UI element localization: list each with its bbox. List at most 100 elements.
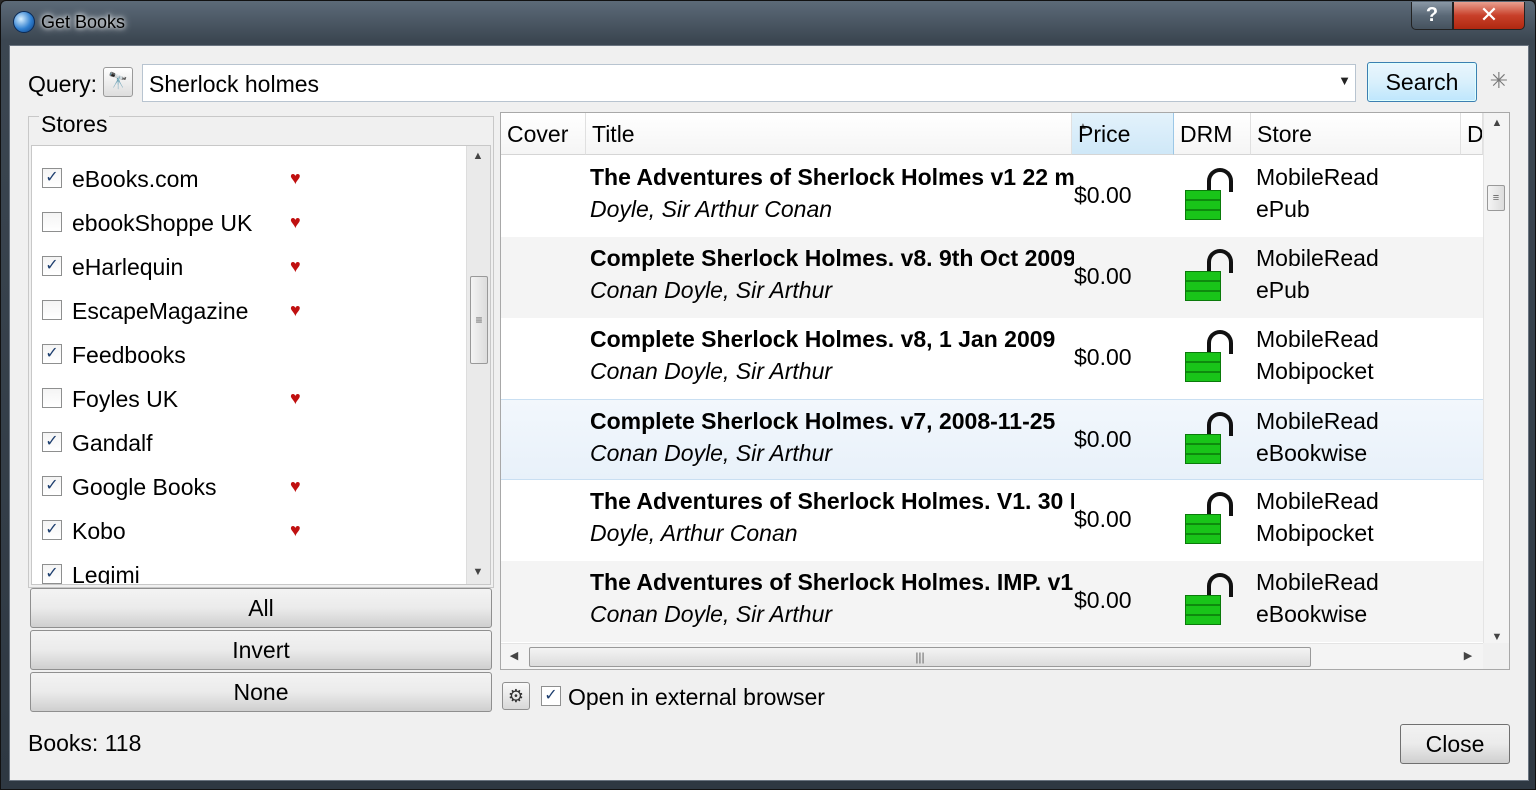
query-label: Query: xyxy=(28,71,98,97)
stores-list[interactable]: ✓ eBooks.com ♥ ebookShoppe UK ♥ ✓ eHarle… xyxy=(31,145,491,585)
book-store: MobileRead xyxy=(1256,164,1379,190)
book-author: Conan Doyle, Sir Arthur xyxy=(590,440,833,466)
book-price: $0.00 xyxy=(1074,506,1132,532)
book-author: Doyle, Arthur Conan xyxy=(590,520,798,546)
store-item[interactable]: ✓ Kobo ♥ xyxy=(32,510,468,554)
heart-icon: ♥ xyxy=(290,256,301,276)
help-button[interactable]: ? xyxy=(1411,2,1453,30)
store-item[interactable]: ✓ Google Books ♥ xyxy=(32,466,468,510)
scroll-thumb[interactable]: ≡ xyxy=(470,276,488,364)
book-price: $0.00 xyxy=(1074,344,1132,370)
book-store: MobileRead xyxy=(1256,488,1379,514)
column-header-store[interactable]: Store xyxy=(1251,113,1461,155)
store-label: Legimi xyxy=(72,562,140,585)
column-label: Price xyxy=(1078,121,1131,147)
store-checkbox[interactable]: ✓ xyxy=(42,564,62,584)
search-button[interactable]: Search xyxy=(1367,62,1477,102)
store-checkbox[interactable]: ✓ xyxy=(42,520,62,540)
scroll-thumb[interactable]: ||| xyxy=(529,647,1311,667)
scroll-corner xyxy=(1483,643,1509,669)
all-button[interactable]: All xyxy=(30,588,492,628)
book-title: The Adventures of Sherlock Holmes. V1. 3… xyxy=(590,488,1074,514)
store-item[interactable]: EscapeMagazine ♥ xyxy=(32,290,468,334)
invert-button[interactable]: Invert xyxy=(30,630,492,670)
book-title: The Adventures of Sherlock Holmes. IMP. … xyxy=(590,569,1074,595)
results-horizontal-scrollbar[interactable]: ◀ ||| ▶ xyxy=(501,643,1483,669)
column-header-more[interactable]: D xyxy=(1461,113,1483,155)
scroll-right-icon[interactable]: ▶ xyxy=(1457,649,1479,662)
table-row[interactable]: The Adventures of Sherlock Holmes. IMP. … xyxy=(501,561,1483,642)
table-row-selected[interactable]: Complete Sherlock Holmes. v7, 2008-11-25… xyxy=(501,399,1483,480)
dialog-body: Query: 🔭 Sherlock holmes ▼ Search ✳ Stor… xyxy=(9,45,1529,781)
close-button[interactable]: Close xyxy=(1400,724,1510,764)
query-input[interactable]: Sherlock holmes ▼ xyxy=(142,64,1356,102)
column-header-cover[interactable]: Cover xyxy=(501,113,586,155)
book-title: Complete Sherlock Holmes. v8. 9th Oct 20… xyxy=(590,245,1074,271)
column-label: DRM xyxy=(1180,121,1233,147)
book-price: $0.00 xyxy=(1074,263,1132,289)
scroll-down-icon[interactable]: ▼ xyxy=(467,566,489,578)
book-title: The Adventures of Sherlock Holmes v1 22 … xyxy=(590,164,1074,190)
title-bar[interactable]: Get Books ? ✕ xyxy=(1,1,1535,45)
loading-spinner-icon: ✳ xyxy=(1489,68,1509,93)
table-row[interactable]: Complete Sherlock Holmes. v8. 9th Oct 20… xyxy=(501,237,1483,318)
book-title: Complete Sherlock Holmes. v8, 1 Jan 2009 xyxy=(590,326,1056,352)
store-item[interactable]: ebookShoppe UK ♥ xyxy=(32,202,468,246)
query-value[interactable]: Sherlock holmes xyxy=(149,71,319,98)
store-checkbox[interactable] xyxy=(42,300,62,320)
store-item[interactable]: ✓ Feedbooks xyxy=(32,334,468,378)
book-price: $0.00 xyxy=(1074,426,1132,452)
unlocked-icon xyxy=(1185,573,1233,629)
table-row[interactable]: The Adventures of Sherlock Holmes. V1. 3… xyxy=(501,480,1483,561)
none-button[interactable]: None xyxy=(30,672,492,712)
scroll-up-icon[interactable]: ▲ xyxy=(467,150,489,162)
binoculars-icon[interactable]: 🔭 xyxy=(103,67,133,97)
stores-scrollbar[interactable]: ▲ ≡ ▼ xyxy=(466,146,490,584)
store-label: ebookShoppe UK xyxy=(72,210,253,236)
store-item[interactable]: ✓ Legimi xyxy=(32,554,468,585)
scroll-thumb[interactable]: ≡ xyxy=(1487,185,1505,211)
store-item[interactable]: ✓ eHarlequin ♥ xyxy=(32,246,468,290)
column-label: D xyxy=(1467,121,1483,147)
results-vertical-scrollbar[interactable]: ▲ ≡ ▼ xyxy=(1483,113,1509,651)
book-author: Doyle, Sir Arthur Conan xyxy=(590,196,833,222)
store-checkbox[interactable]: ✓ xyxy=(42,168,62,188)
unlocked-icon xyxy=(1185,330,1233,386)
store-checkbox[interactable] xyxy=(42,388,62,408)
book-store: MobileRead xyxy=(1256,326,1379,352)
unlocked-icon xyxy=(1185,492,1233,548)
external-browser-label[interactable]: Open in external browser xyxy=(568,684,825,711)
table-row[interactable]: The Adventures of Sherlock Holmes v1 22 … xyxy=(501,156,1483,237)
scroll-up-icon[interactable]: ▲ xyxy=(1486,117,1508,129)
column-header-title[interactable]: Title xyxy=(586,113,1072,155)
table-row[interactable]: Complete Sherlock Holmes. v8, 1 Jan 2009… xyxy=(501,318,1483,399)
window-close-button[interactable]: ✕ xyxy=(1453,2,1525,30)
store-label: Feedbooks xyxy=(72,342,186,368)
store-label: eHarlequin xyxy=(72,254,184,280)
store-item[interactable]: Foyles UK ♥ xyxy=(32,378,468,422)
book-format: Mobipocket xyxy=(1256,520,1374,546)
heart-icon: ♥ xyxy=(290,520,301,540)
scroll-down-icon[interactable]: ▼ xyxy=(1486,631,1508,643)
globe-icon xyxy=(13,11,35,33)
external-browser-checkbox[interactable]: ✓ xyxy=(541,686,561,706)
scroll-left-icon[interactable]: ◀ xyxy=(503,649,525,662)
stores-group: Stores ✓ eBooks.com ♥ ebookShoppe UK ♥ ✓… xyxy=(28,111,494,588)
store-checkbox[interactable]: ✓ xyxy=(42,256,62,276)
results-table[interactable]: Cover Title ▲ Price DRM Store D The Adven… xyxy=(500,112,1510,670)
gear-icon[interactable]: ⚙ xyxy=(502,682,530,710)
chevron-down-icon[interactable]: ▼ xyxy=(1338,73,1351,88)
store-checkbox[interactable] xyxy=(42,212,62,232)
column-header-price[interactable]: ▲ Price xyxy=(1072,113,1174,155)
store-item[interactable]: ✓ Gandalf xyxy=(32,422,468,466)
store-checkbox[interactable]: ✓ xyxy=(42,344,62,364)
store-item[interactable]: ✓ eBooks.com ♥ xyxy=(32,158,468,202)
book-format: eBookwise xyxy=(1256,440,1368,466)
store-checkbox[interactable]: ✓ xyxy=(42,476,62,496)
store-checkbox[interactable]: ✓ xyxy=(42,432,62,452)
column-header-drm[interactable]: DRM xyxy=(1174,113,1251,155)
column-label: Cover xyxy=(507,121,569,147)
store-label: Foyles UK xyxy=(72,386,179,412)
book-format: eBookwise xyxy=(1256,601,1368,627)
heart-icon: ♥ xyxy=(290,168,301,188)
